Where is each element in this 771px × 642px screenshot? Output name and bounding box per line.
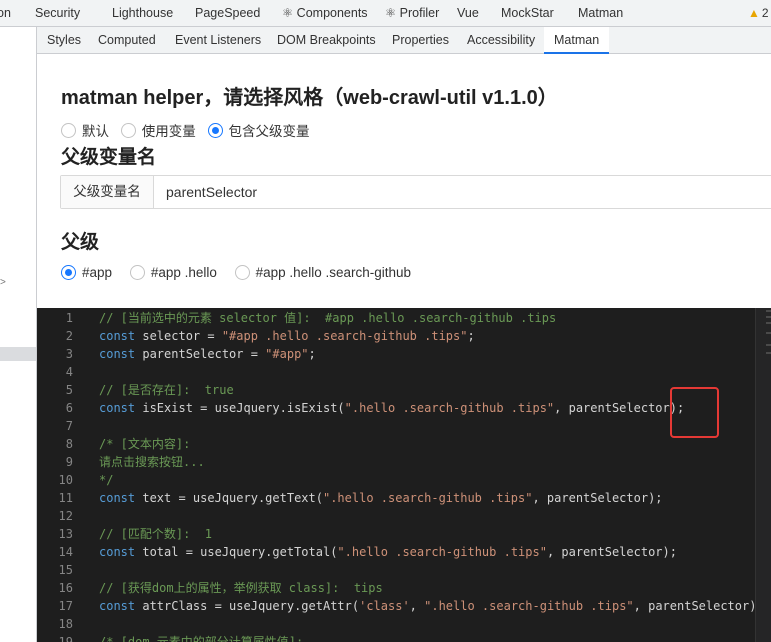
- line-source: // [匹配个数]: 1: [99, 527, 213, 541]
- radio-circle: [61, 265, 76, 281]
- radio-circle: [129, 265, 145, 281]
- warning-counter[interactable]: ▲ 2: [748, 0, 769, 27]
- tab-security[interactable]: Security: [35, 0, 80, 27]
- line-number: 14: [58, 545, 73, 559]
- line-number: 11: [58, 491, 73, 505]
- tab-pagespeed[interactable]: PageSpeed: [195, 0, 260, 27]
- tab-mockstar[interactable]: MockStar: [501, 0, 554, 27]
- radio-label: 包含父级变量: [228, 124, 310, 139]
- expand-arrow-icon[interactable]: >: [0, 277, 6, 288]
- line-source: /* [dom 元素中的部分计算属性值]:: [99, 635, 304, 642]
- radio-label: #app: [82, 265, 113, 281]
- tab-accessibility[interactable]: Accessibility: [467, 27, 535, 54]
- line-number: 3: [65, 347, 73, 361]
- line-number: 16: [58, 581, 73, 595]
- line-source: /* [文本内容]:: [99, 437, 191, 451]
- tab-properties[interactable]: Properties: [392, 27, 449, 54]
- tab-vue[interactable]: Vue: [457, 0, 479, 27]
- line-source: const parentSelector = "#app";: [99, 347, 316, 361]
- line-number: 1: [65, 311, 73, 325]
- line-number: 9: [65, 455, 73, 469]
- line-source: // [当前选中的元素 selector 值]: #app .hello .se…: [99, 311, 557, 325]
- radio-label: #app .hello .search-github: [255, 265, 411, 281]
- parent-radio-group: #app #app .hello #app .hello .search-git…: [61, 264, 419, 284]
- parent-radio-app[interactable]: #app: [61, 264, 113, 281]
- tab-styles[interactable]: Styles: [47, 27, 81, 54]
- parent-var-input[interactable]: [154, 176, 771, 208]
- line-number: 17: [58, 599, 73, 613]
- line-number: 7: [65, 419, 73, 433]
- line-source: const text = useJquery.getText(".hello .…: [99, 491, 663, 505]
- line-number: 8: [65, 437, 73, 451]
- line-number: 5: [65, 383, 73, 397]
- tab-truncated[interactable]: on: [0, 0, 11, 27]
- sidebar-tabbar: Styles Computed Event Listeners DOM Brea…: [37, 27, 771, 54]
- warning-icon: ▲: [748, 6, 760, 20]
- parent-radio-app-hello[interactable]: #app .hello: [129, 264, 217, 281]
- editor-minimap[interactable]: [755, 308, 771, 642]
- parent-var-section-title: 父级变量名: [61, 147, 157, 168]
- radio-circle: [61, 122, 76, 138]
- line-source: const isExist = useJquery.isExist(".hell…: [99, 401, 685, 415]
- line-number: 2: [65, 329, 73, 343]
- line-number: 15: [58, 563, 73, 577]
- tab-computed[interactable]: Computed: [98, 27, 156, 54]
- warning-count: 2: [761, 6, 769, 20]
- style-radio-group: 默认 使用变量 包含父级变量: [61, 120, 318, 140]
- line-source: const attrClass = useJquery.getAttr('cla…: [99, 599, 757, 613]
- tab-matman[interactable]: Matman: [578, 0, 623, 27]
- highlight-annotation-box: [670, 387, 719, 438]
- line-source: const selector = "#app .hello .search-gi…: [99, 329, 475, 343]
- parent-var-input-group: 父级变量名: [60, 175, 771, 209]
- line-number: 12: [58, 509, 73, 523]
- style-radio-use-var[interactable]: 使用变量: [120, 120, 196, 140]
- tab-dom-breakpoints[interactable]: DOM Breakpoints: [277, 27, 376, 54]
- tab-lighthouse[interactable]: Lighthouse: [112, 0, 173, 27]
- radio-label: #app .hello: [150, 265, 217, 281]
- radio-circle: [207, 122, 223, 138]
- tab-profiler[interactable]: ⚛ Profiler: [385, 0, 439, 27]
- line-number: 18: [58, 617, 73, 631]
- selected-node-highlight: [0, 347, 36, 361]
- radio-label: 默认: [82, 124, 109, 139]
- code-editor[interactable]: 1 // [当前选中的元素 selector 值]: #app .hello .s…: [37, 308, 771, 642]
- line-source: const total = useJquery.getTotal(".hello…: [99, 545, 677, 559]
- radio-label: 使用变量: [141, 124, 196, 139]
- devtools-tabbar: on Security Lighthouse PageSpeed ⚛ Compo…: [0, 0, 771, 27]
- line-source: */: [99, 473, 114, 487]
- line-number: 4: [65, 365, 73, 379]
- parent-radio-app-hello-search[interactable]: #app .hello .search-github: [234, 264, 411, 281]
- style-radio-parent-var[interactable]: 包含父级变量: [207, 120, 310, 140]
- tab-components[interactable]: ⚛ Components: [282, 0, 368, 27]
- line-source: 请点击搜索按钮...: [99, 455, 205, 469]
- line-number: 10: [58, 473, 73, 487]
- parent-var-addon: 父级变量名: [61, 176, 154, 208]
- tab-event-listeners[interactable]: Event Listeners: [175, 27, 261, 54]
- radio-circle: [120, 122, 136, 138]
- elements-panel: >: [0, 27, 37, 642]
- line-source: // [是否存在]: true: [99, 383, 234, 397]
- line-number: 19: [58, 635, 73, 642]
- line-source: // [获得dom上的属性，举例获取 class]: tips: [99, 581, 383, 595]
- helper-title: matman helper，请选择风格（web-crawl-util v1.1.…: [61, 87, 558, 109]
- radio-circle: [234, 265, 250, 281]
- parent-section-title: 父级: [61, 232, 100, 253]
- matman-helper-panel: matman helper，请选择风格（web-crawl-util v1.1.…: [37, 54, 771, 308]
- line-number: 6: [65, 401, 73, 415]
- line-number: 13: [58, 527, 73, 541]
- tab-matman-active[interactable]: Matman: [544, 27, 610, 54]
- style-radio-default[interactable]: 默认: [61, 120, 109, 140]
